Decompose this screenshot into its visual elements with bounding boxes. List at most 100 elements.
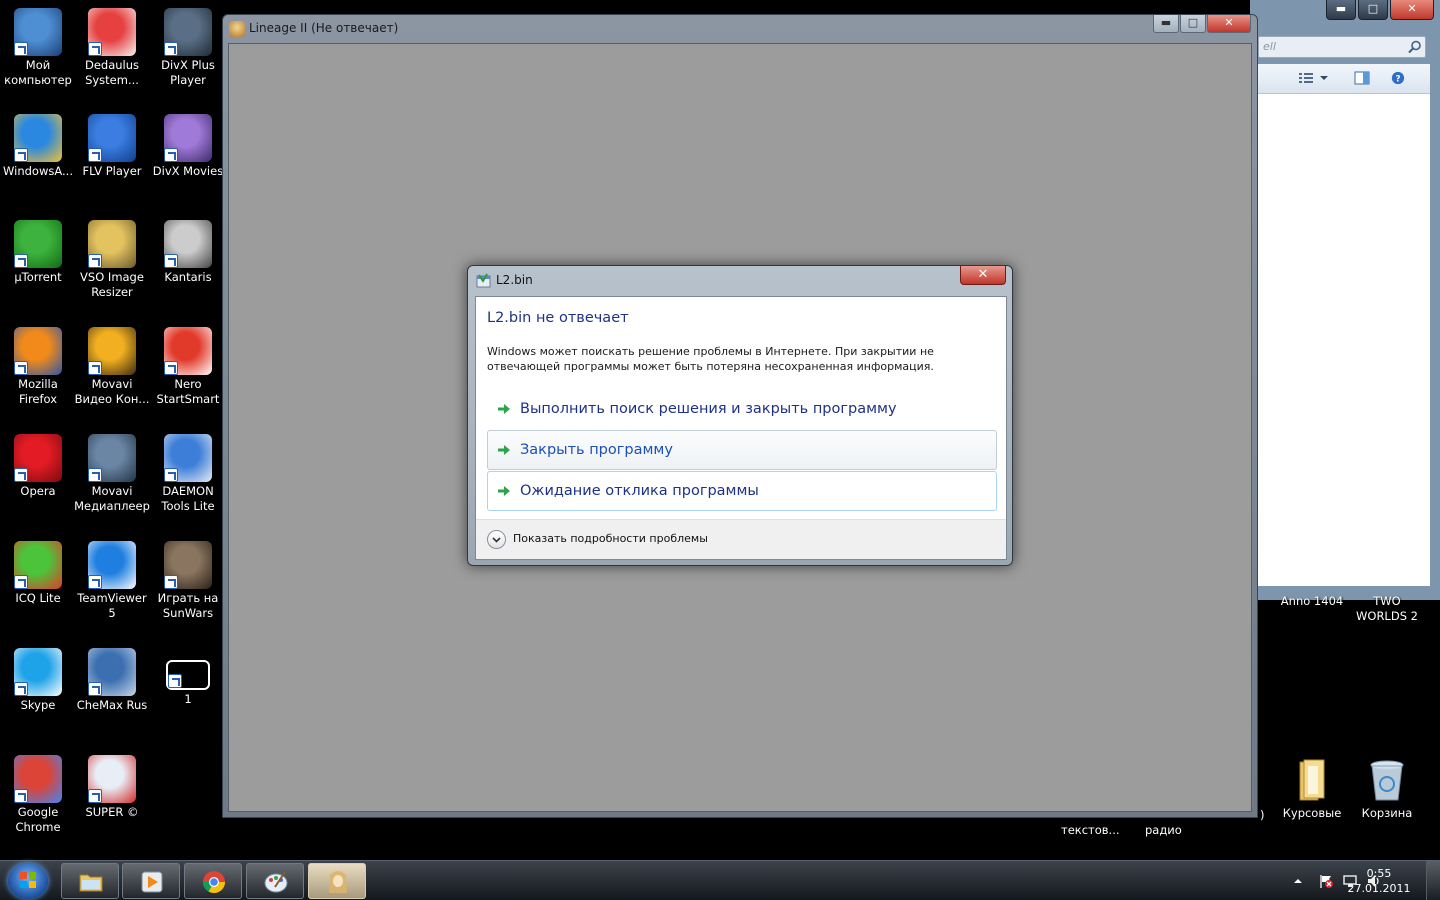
shortcut-arrow-icon bbox=[88, 254, 102, 268]
shortcut-arrow-icon bbox=[14, 42, 28, 56]
desktop-icon-super[interactable]: SUPER © bbox=[74, 755, 150, 820]
maximize-button[interactable]: □ bbox=[1358, 0, 1388, 20]
preview-pane-icon[interactable] bbox=[1354, 71, 1370, 85]
taskbar-lineage[interactable] bbox=[308, 863, 366, 899]
desktop-icon-computer[interactable]: Мой компьютер bbox=[0, 8, 76, 88]
desktop-icon-kantaris[interactable]: Kantaris bbox=[150, 220, 226, 285]
folder-icon bbox=[1288, 756, 1336, 804]
desktop-icon-kursovye[interactable]: Курсовые bbox=[1274, 756, 1350, 821]
details-expand-button[interactable] bbox=[487, 530, 506, 549]
desktop-icon-label: DivX Movies bbox=[152, 164, 224, 178]
dialog-body: L2.bin не отвечает Windows может поискат… bbox=[475, 296, 1007, 560]
movavi-player-icon bbox=[88, 434, 136, 482]
desktop-icon-firefox[interactable]: Mozilla Firefox bbox=[0, 327, 76, 407]
desktop-icon-nero[interactable]: Nero StartSmart bbox=[150, 327, 226, 407]
close-button[interactable]: ✕ bbox=[1207, 15, 1251, 33]
wait-program-option[interactable]: Ожидание отклика программы bbox=[487, 471, 997, 511]
windowsa-icon bbox=[14, 114, 62, 162]
daemon-tools-icon bbox=[164, 434, 212, 482]
partial-desktop-label[interactable]: радио bbox=[1145, 823, 1182, 837]
computer-icon bbox=[14, 8, 62, 56]
view-options-icon[interactable] bbox=[1298, 71, 1314, 85]
shortcut-arrow-icon bbox=[88, 575, 102, 589]
system-tray: 0:55 27.01.2011 bbox=[1240, 861, 1440, 900]
search-icon[interactable] bbox=[1408, 40, 1422, 54]
divx-movies-icon bbox=[164, 114, 212, 162]
taskbar-media-player[interactable] bbox=[122, 863, 180, 899]
recycle-bin-icon bbox=[1363, 756, 1411, 804]
minimize-button[interactable]: ▬ bbox=[1153, 15, 1179, 33]
paint-icon bbox=[264, 871, 288, 893]
desktop-icon-windowsa[interactable]: WindowsA... bbox=[0, 114, 76, 179]
desktop-icon-two-worlds-2[interactable]: TWO WORLDS 2 bbox=[1349, 594, 1425, 624]
search-solution-option[interactable]: Выполнить поиск решения и закрыть програ… bbox=[487, 389, 997, 429]
search-input[interactable]: ell bbox=[1258, 36, 1426, 58]
utorrent-icon bbox=[14, 220, 62, 268]
desktop-icon-movavi-video[interactable]: Movavi Видео Кон... bbox=[74, 327, 150, 407]
desktop-icon-movavi-player[interactable]: Movavi Медиаплеер bbox=[74, 434, 150, 514]
desktop-icon-label: Курсовые bbox=[1282, 806, 1342, 820]
flv-player-icon bbox=[88, 114, 136, 162]
close-program-option[interactable]: Закрыть программу bbox=[487, 430, 997, 470]
taskbar-paint[interactable] bbox=[246, 863, 304, 899]
clock[interactable]: 0:55 27.01.2011 bbox=[1344, 866, 1414, 896]
desktop-icon-video-file[interactable]: 1 bbox=[150, 648, 226, 707]
minimize-button[interactable]: ▬ bbox=[1326, 0, 1356, 20]
taskbar-chrome[interactable] bbox=[184, 863, 242, 899]
lineage-sunwars-icon bbox=[164, 541, 212, 589]
desktop-icon-vso-resizer[interactable]: VSO Image Resizer bbox=[74, 220, 150, 300]
desktop-icon-skype[interactable]: Skype bbox=[0, 648, 76, 713]
chevron-down-icon[interactable] bbox=[1320, 71, 1328, 85]
desktop-icon-opera[interactable]: Opera bbox=[0, 434, 76, 499]
taskbar: 0:55 27.01.2011 bbox=[0, 860, 1440, 900]
desktop-icon-utorrent[interactable]: µTorrent bbox=[0, 220, 76, 285]
desktop-icon-recycle-bin[interactable]: Корзина bbox=[1349, 756, 1425, 821]
partial-desktop-label[interactable]: ) bbox=[1260, 808, 1265, 822]
desktop-icon-daemon-tools[interactable]: DAEMON Tools Lite bbox=[150, 434, 226, 514]
desktop-icon-label: WindowsA... bbox=[3, 164, 73, 178]
desktop-icon-anno-1404[interactable]: Anno 1404 bbox=[1274, 594, 1350, 609]
desktop-icon-icq[interactable]: ICQ Lite bbox=[0, 541, 76, 606]
shortcut-arrow-icon bbox=[14, 148, 28, 162]
details-label[interactable]: Показать подробности проблемы bbox=[513, 532, 708, 545]
taskbar-explorer[interactable] bbox=[61, 863, 119, 899]
desktop-icon-divx-movies[interactable]: DivX Movies bbox=[150, 114, 226, 179]
start-button[interactable] bbox=[8, 863, 48, 899]
desktop-icon-label: Mozilla Firefox bbox=[18, 377, 58, 406]
clock-date: 27.01.2011 bbox=[1347, 882, 1411, 895]
chrome-icon bbox=[14, 755, 62, 803]
action-center-flag-icon[interactable] bbox=[1318, 873, 1334, 889]
chrome-icon bbox=[203, 871, 225, 893]
shortcut-arrow-icon bbox=[164, 254, 178, 268]
background-explorer-window[interactable]: ▬ □ ✕ ell ? bbox=[1250, 0, 1440, 600]
help-icon[interactable]: ? bbox=[1390, 71, 1406, 85]
desktop-icon-label: Kantaris bbox=[164, 270, 212, 284]
desktop-icon-label: Корзина bbox=[1361, 806, 1413, 820]
partial-desktop-label[interactable]: текстов... bbox=[1061, 823, 1120, 837]
dialog-title: L2.bin bbox=[496, 273, 533, 287]
desktop-icon-label: FLV Player bbox=[82, 164, 142, 178]
explorer-content-area bbox=[1258, 94, 1430, 586]
desktop-icon-dedaulus[interactable]: Dedaulus System... bbox=[74, 8, 150, 88]
dialog-footer: Показать подробности проблемы bbox=[476, 519, 1006, 559]
desktop-icon-lineage-sunwars[interactable]: Играть на SunWars bbox=[150, 541, 226, 621]
desktop-icon-flv-player[interactable]: FLV Player bbox=[74, 114, 150, 179]
windows-logo-icon bbox=[20, 872, 36, 888]
close-button[interactable]: ✕ bbox=[1390, 0, 1434, 20]
desktop-icon-chemax[interactable]: CheMax Rus bbox=[74, 648, 150, 713]
desktop-icon-chrome[interactable]: Google Chrome bbox=[0, 755, 76, 835]
not-responding-dialog[interactable]: L2.bin ✕ L2.bin не отвечает Windows може… bbox=[467, 265, 1013, 566]
show-desktop-button[interactable] bbox=[1426, 861, 1440, 900]
dialog-close-button[interactable]: ✕ bbox=[960, 266, 1006, 285]
opera-icon bbox=[14, 434, 62, 482]
maximize-button[interactable]: □ bbox=[1180, 15, 1206, 33]
lineage-icon bbox=[229, 21, 245, 37]
desktop-icon-divx-player[interactable]: DivX Plus Player bbox=[150, 8, 226, 88]
desktop-icon-teamviewer[interactable]: TeamViewer 5 bbox=[74, 541, 150, 621]
desktop-icon-label: TWO WORLDS 2 bbox=[1356, 594, 1418, 623]
super-icon bbox=[88, 755, 136, 803]
folder-icon bbox=[79, 874, 103, 892]
show-hidden-icons-icon[interactable] bbox=[1292, 873, 1304, 889]
desktop-icon-label: Anno 1404 bbox=[1280, 594, 1344, 608]
desktop-icon-label: Movavi Медиаплеер bbox=[74, 484, 150, 513]
